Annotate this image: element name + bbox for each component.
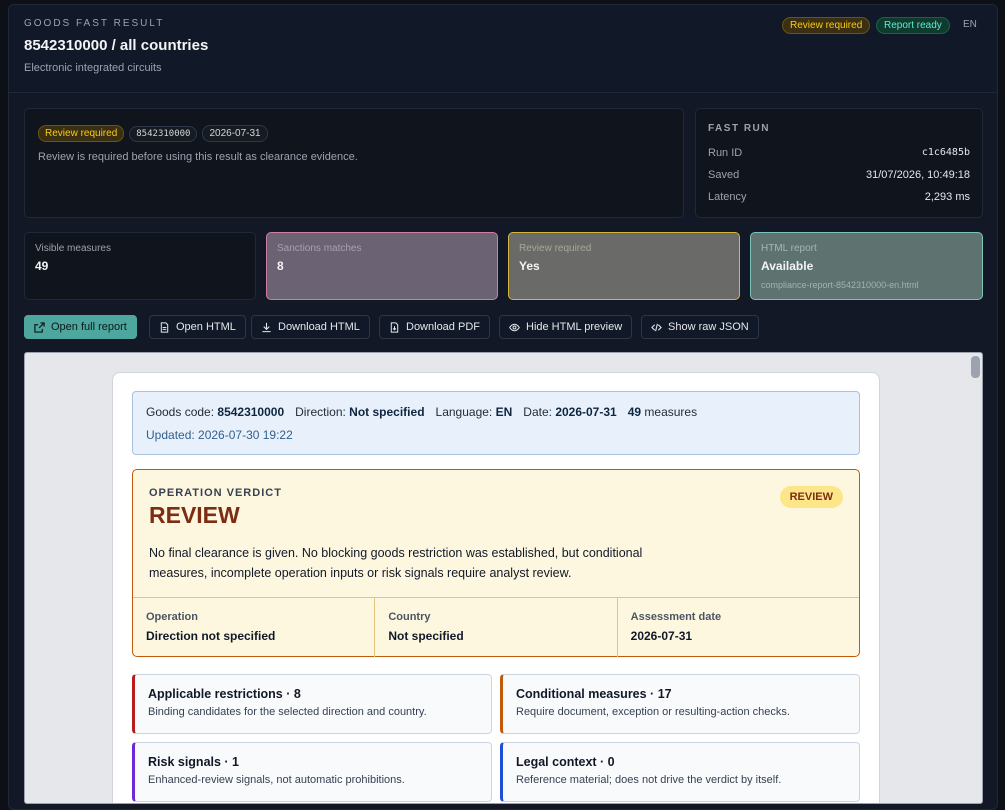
goods-code-chip: 8542310000	[129, 126, 198, 142]
direction-value: Not specified	[349, 405, 425, 419]
measures-label: measures	[644, 405, 698, 419]
run-id-row: Run ID c1c6485b	[708, 147, 970, 159]
page-subtitle: Electronic integrated circuits	[24, 62, 162, 74]
language-label: Language:	[435, 405, 493, 419]
button-label: Download PDF	[406, 321, 480, 333]
code-icon	[651, 323, 662, 331]
goods-code-value: 8542310000	[217, 405, 285, 419]
page-title: 8542310000 / all countries	[24, 37, 209, 54]
report-document: Goods code: 8542310000 Direction: Not spe…	[112, 372, 880, 803]
download-html-button[interactable]: Download HTML	[251, 315, 370, 339]
run-id-value: c1c6485b	[921, 147, 970, 158]
result-panel: GOODS FAST RESULT 8542310000 / all count…	[8, 4, 998, 810]
status-badge: Review required	[38, 125, 125, 142]
verdict-description: No final clearance is given. No blocking…	[149, 546, 643, 580]
verdict-eyebrow: OPERATION VERDICT	[149, 487, 282, 499]
saved-value: 31/07/2026, 10:49:18	[866, 169, 970, 181]
saved-row: Saved 31/07/2026, 10:49:18	[708, 169, 970, 181]
latency-value: 2,293 ms	[924, 191, 970, 203]
date-value: 2026-07-31	[555, 405, 617, 419]
metric-html-report: HTML report Available compliance-report-…	[750, 232, 983, 300]
hide-html-preview-button[interactable]: Hide HTML preview	[499, 315, 633, 339]
button-label: Open HTML	[176, 321, 236, 333]
metric-label: HTML report	[761, 243, 817, 254]
cell-label: Operation	[146, 611, 198, 623]
cell-value: Not specified	[388, 629, 464, 643]
file-download-icon	[390, 321, 399, 333]
verdict-details: Operation Direction not specified Countr…	[133, 597, 859, 657]
verdict-country-cell: Country Not specified	[375, 598, 618, 657]
metric-label: Visible measures	[35, 243, 111, 254]
direction-label: Direction:	[295, 405, 346, 419]
preview-scrollbar[interactable]	[971, 356, 980, 378]
category-title: Risk signals · 1	[148, 755, 240, 769]
cell-label: Country	[388, 611, 431, 623]
report-info-line: Goods code: 8542310000 Direction: Not spe…	[146, 405, 697, 419]
metric-label: Review required	[519, 243, 592, 254]
cell-value: Direction not specified	[146, 629, 276, 643]
verdict-badge: REVIEW	[779, 486, 843, 508]
category-title: Conditional measures · 17	[516, 687, 672, 701]
open-full-report-button[interactable]: Open full report	[24, 315, 137, 339]
button-label: Hide HTML preview	[526, 321, 623, 333]
verdict-assessment-date-cell: Assessment date 2026-07-31	[618, 598, 859, 657]
eye-icon	[509, 323, 520, 331]
cell-label: Assessment date	[630, 611, 722, 623]
metric-sanctions-matches: Sanctions matches 8	[266, 232, 498, 300]
report-ready-badge: Report ready	[876, 17, 950, 34]
metric-value: Available	[761, 259, 814, 273]
metric-value: Yes	[519, 259, 540, 273]
report-info-box: Goods code: 8542310000 Direction: Not spe…	[132, 391, 860, 455]
cell-value: 2026-07-31	[630, 629, 693, 643]
button-label: Show raw JSON	[668, 321, 749, 333]
category-title: Applicable restrictions · 8	[148, 687, 301, 701]
run-id-label: Run ID	[708, 147, 743, 159]
category-risk-signals[interactable]: Risk signals · 1 Enhanced-review signals…	[132, 742, 492, 802]
measures-count: 49	[627, 405, 642, 419]
verdict-title: REVIEW	[149, 502, 240, 528]
button-label: Open full report	[51, 321, 127, 333]
date-chip: 2026-07-31	[202, 125, 268, 142]
fast-run-title: FAST RUN	[708, 123, 770, 134]
category-title: Legal context · 0	[516, 755, 615, 769]
metric-review-required: Review required Yes	[508, 232, 740, 300]
html-preview-frame[interactable]: Goods code: 8542310000 Direction: Not spe…	[24, 352, 983, 804]
summary-card: Review required 8542310000 2026-07-31 Revi…	[24, 108, 684, 218]
operation-verdict-card: OPERATION VERDICT REVIEW REVIEW No final…	[132, 469, 860, 657]
verdict-operation-cell: Operation Direction not specified	[133, 598, 376, 657]
review-note: Review is required before using this res…	[38, 151, 358, 163]
category-description: Binding candidates for the selected dire…	[148, 706, 427, 718]
button-label: Download HTML	[278, 321, 360, 333]
category-description: Require document, exception or resulting…	[516, 706, 790, 718]
category-applicable-restrictions[interactable]: Applicable restrictions · 8 Binding cand…	[132, 674, 492, 734]
metric-value: 8	[277, 259, 284, 273]
category-description: Reference material; does not drive the v…	[516, 774, 782, 786]
language-badge[interactable]: EN	[963, 19, 977, 30]
date-label: Date:	[523, 405, 552, 419]
document-icon	[160, 321, 169, 333]
category-description: Enhanced-review signals, not automatic p…	[148, 774, 405, 786]
fast-run-card: FAST RUN Run ID c1c6485b Saved 31/07/202…	[695, 108, 983, 218]
metric-visible-measures: Visible measures 49	[24, 232, 256, 300]
report-filename: compliance-report-8542310000-en.html	[761, 280, 919, 290]
metric-label: Sanctions matches	[277, 243, 362, 254]
goods-code-label: Goods code:	[146, 405, 215, 419]
summary-chips: Review required 8542310000 2026-07-31	[38, 123, 273, 142]
download-pdf-button[interactable]: Download PDF	[379, 315, 490, 339]
metric-value: 49	[35, 259, 49, 273]
open-html-button[interactable]: Open HTML	[149, 315, 246, 339]
latency-row: Latency 2,293 ms	[708, 191, 970, 203]
show-raw-json-button[interactable]: Show raw JSON	[641, 315, 759, 339]
saved-label: Saved	[708, 169, 740, 181]
result-header: GOODS FAST RESULT 8542310000 / all count…	[9, 5, 997, 93]
review-required-badge: Review required	[782, 17, 871, 34]
latency-label: Latency	[708, 191, 747, 203]
language-value: EN	[495, 405, 513, 419]
category-legal-context[interactable]: Legal context · 0 Reference material; do…	[500, 742, 860, 802]
category-conditional-measures[interactable]: Conditional measures · 17 Require docume…	[500, 674, 860, 734]
external-link-icon	[34, 321, 45, 333]
header-eyebrow: GOODS FAST RESULT	[24, 18, 165, 29]
download-icon	[262, 322, 271, 332]
updated-timestamp: Updated: 2026-07-30 19:22	[146, 428, 293, 442]
